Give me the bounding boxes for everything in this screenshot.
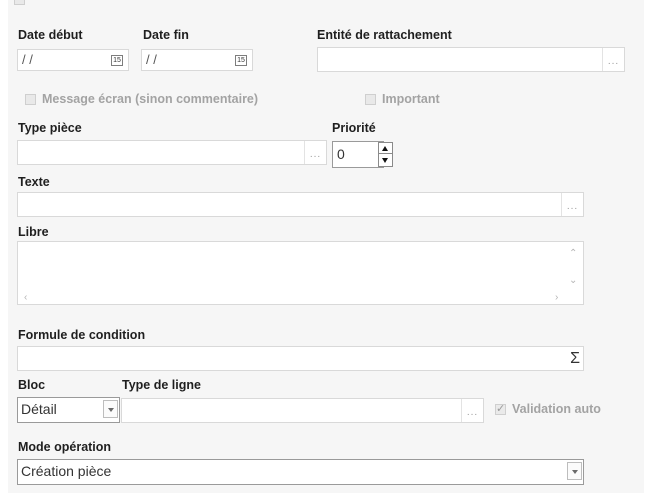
line-type-field[interactable]: ...: [121, 398, 484, 423]
priority-field[interactable]: 0: [332, 141, 384, 168]
bloc-select[interactable]: Détail: [17, 397, 120, 423]
mode-label: Mode opération: [18, 440, 112, 454]
libre-scroll-down-icon[interactable]: ⌄: [569, 276, 577, 286]
texte-field[interactable]: ...: [17, 192, 584, 217]
priority-increment-button[interactable]: [379, 143, 392, 154]
chevron-down-icon: [108, 408, 114, 412]
line-type-lookup-icon[interactable]: ...: [461, 399, 483, 422]
mode-value: Création pièce: [21, 463, 112, 479]
libre-label: Libre: [18, 225, 49, 239]
arrow-up-icon: [382, 146, 388, 151]
top-partial-checkbox[interactable]: [14, 0, 25, 5]
date-end-label: Date fin: [143, 28, 189, 42]
line-type-label: Type de ligne: [122, 378, 201, 392]
date-start-calendar-icon[interactable]: 15: [111, 55, 123, 66]
libre-scroll-right-icon[interactable]: ›: [555, 293, 558, 303]
bloc-dropdown-button[interactable]: [103, 400, 118, 418]
libre-textarea[interactable]: [17, 241, 584, 305]
formula-field[interactable]: Σ: [17, 346, 584, 371]
priority-decrement-button[interactable]: [379, 155, 392, 166]
date-end-calendar-icon[interactable]: 15: [235, 55, 247, 66]
entity-label: Entité de rattachement: [317, 28, 452, 42]
libre-scroll-up-icon[interactable]: ⌃: [569, 249, 577, 259]
date-start-label: Date début: [18, 28, 83, 42]
date-end-value: / /: [146, 52, 157, 67]
priority-spinner[interactable]: [378, 142, 393, 167]
type-piece-field[interactable]: ...: [17, 140, 327, 165]
mode-select[interactable]: Création pièce: [17, 459, 584, 485]
texte-lookup-icon[interactable]: ...: [561, 193, 583, 216]
libre-scroll-left-icon[interactable]: ‹: [24, 293, 27, 303]
auto-validation-label: Validation auto: [512, 402, 601, 416]
date-start-value: / /: [22, 52, 33, 67]
arrow-down-icon: [382, 158, 388, 163]
entity-field[interactable]: ...: [317, 47, 625, 72]
bloc-value: Détail: [21, 401, 57, 417]
checkmark-icon: ✓: [496, 403, 506, 415]
formula-label: Formule de condition: [18, 328, 146, 342]
auto-validation-checkbox[interactable]: ✓: [495, 403, 506, 415]
sigma-icon[interactable]: Σ: [570, 348, 580, 370]
chevron-down-icon: [572, 470, 578, 474]
bloc-label: Bloc: [18, 378, 46, 392]
mode-dropdown-button[interactable]: [567, 462, 582, 480]
priority-label: Priorité: [332, 121, 376, 135]
entity-lookup-icon[interactable]: ...: [602, 48, 624, 71]
message-screen-label: Message écran (sinon commentaire): [42, 92, 259, 106]
important-checkbox[interactable]: [365, 94, 376, 105]
type-piece-lookup-icon[interactable]: ...: [304, 141, 326, 164]
important-label: Important: [382, 92, 440, 106]
priority-value: 0: [337, 146, 345, 162]
message-screen-checkbox[interactable]: [25, 94, 36, 105]
texte-label: Texte: [18, 175, 50, 189]
type-piece-label: Type pièce: [18, 121, 82, 135]
